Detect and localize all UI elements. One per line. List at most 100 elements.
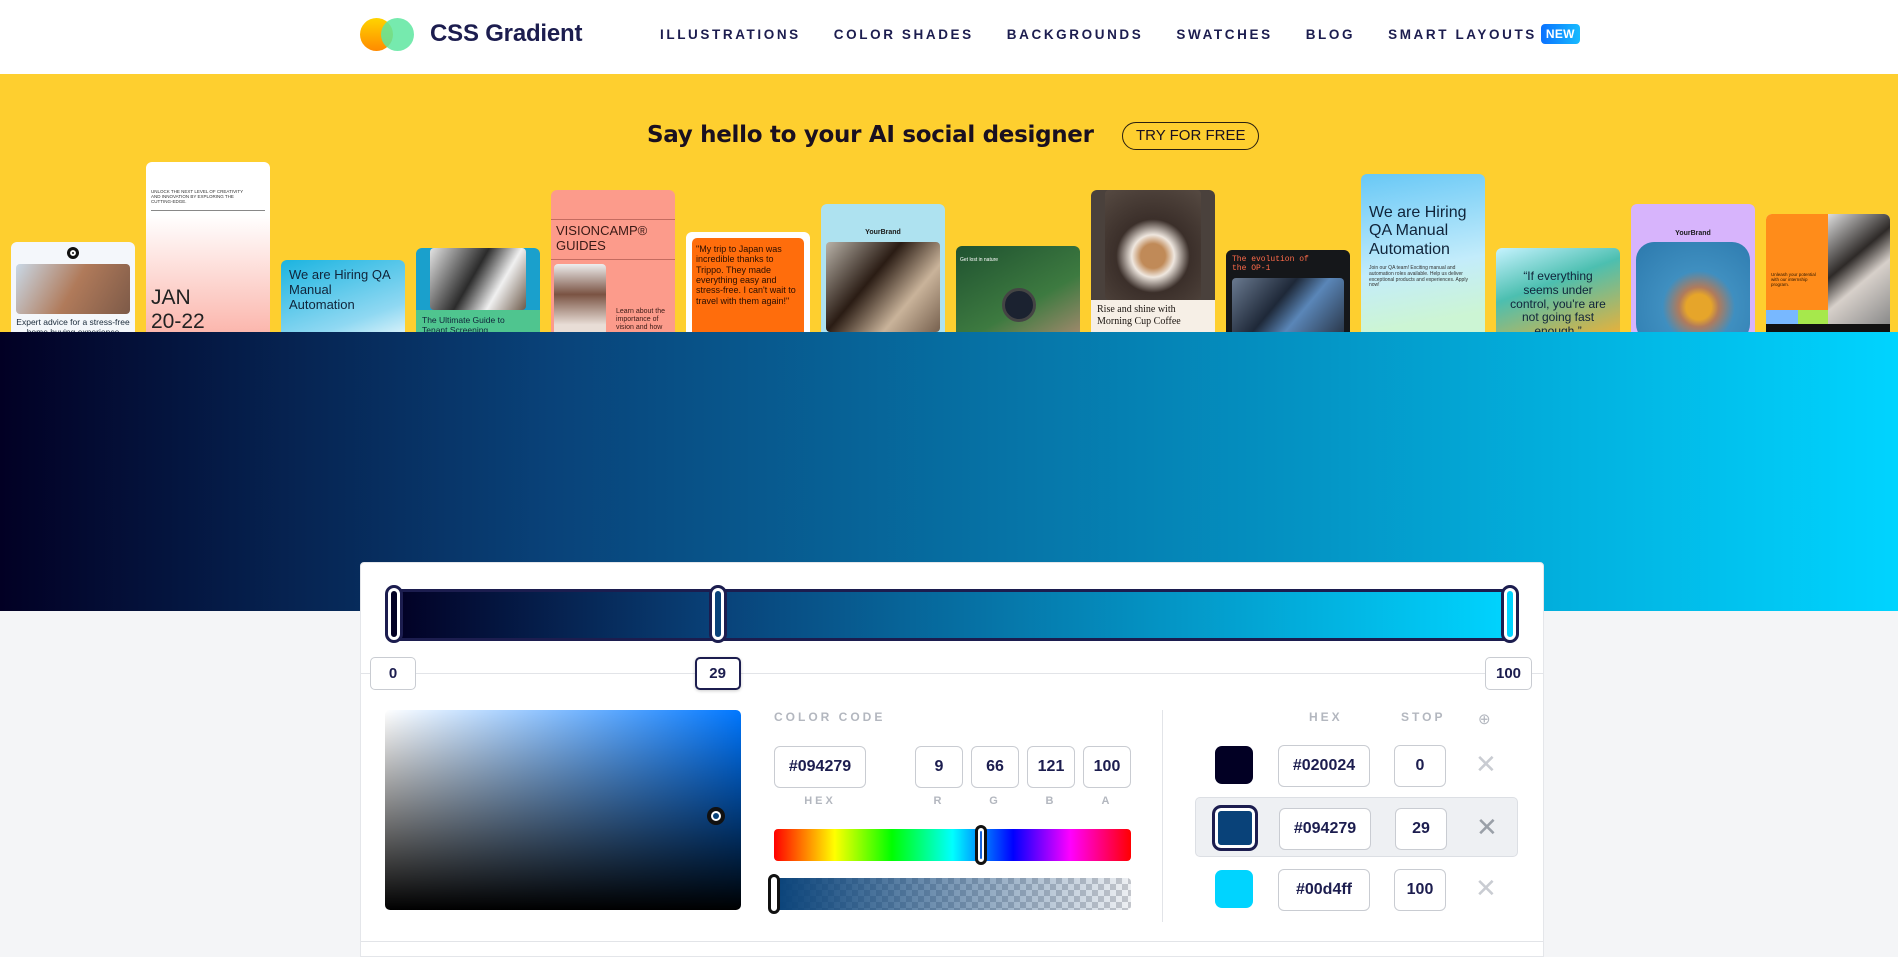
nav-smart-layouts-label: SMART LAYOUTS xyxy=(1388,27,1537,42)
stop-value-input[interactable]: 100 xyxy=(1394,869,1446,911)
card-brand: YourBrand xyxy=(865,229,901,236)
delete-stop-icon[interactable]: ✕ xyxy=(1476,812,1498,842)
hex-input[interactable]: #094279 xyxy=(774,746,866,788)
delete-stop-icon[interactable]: ✕ xyxy=(1475,749,1497,779)
card-photo xyxy=(826,242,940,332)
card-photo xyxy=(16,264,130,314)
nav-blog[interactable]: BLOG xyxy=(1306,27,1355,42)
template-card[interactable]: The evolution of the OP-1 xyxy=(1226,250,1350,332)
template-card[interactable]: The Ultimate Guide to Tenant Screening xyxy=(416,248,540,332)
template-card[interactable]: “If everything seems under control, you'… xyxy=(1496,248,1620,332)
card-text: VISIONCAMP® GUIDES xyxy=(556,223,648,253)
gradient-stop-handle[interactable] xyxy=(1501,585,1519,643)
banner-title: Say hello to your AI social designer xyxy=(647,122,1094,148)
card-text: The Ultimate Guide to Tenant Screening xyxy=(422,315,505,332)
delete-stop-icon[interactable]: ✕ xyxy=(1475,873,1497,903)
stops-stop-header: STOP xyxy=(1401,710,1446,724)
template-card[interactable]: Rise and shine with Morning Cup Coffee xyxy=(1091,190,1215,332)
template-card[interactable]: We are Hiring QA Manual Automation Join … xyxy=(1361,174,1485,332)
template-card[interactable]: Unleash your potential with our internsh… xyxy=(1766,214,1890,332)
hue-slider[interactable] xyxy=(774,825,1131,865)
card-divider xyxy=(551,259,675,260)
nav-backgrounds[interactable]: BACKGROUNDS xyxy=(1007,27,1144,42)
template-card[interactable]: YourBrand xyxy=(1631,204,1755,332)
r-label: R xyxy=(933,795,945,807)
card-blue-block xyxy=(1766,310,1798,324)
b-label: B xyxy=(1045,795,1057,807)
stop-hex-input[interactable]: #094279 xyxy=(1279,808,1371,850)
card-text: "My trip to Japan was incredible thanks … xyxy=(696,244,796,306)
a-input[interactable]: 100 xyxy=(1083,746,1131,788)
stop-value-input[interactable]: 29 xyxy=(1395,808,1447,850)
stop-axis-line xyxy=(361,673,1543,674)
card-subtext: Learn about the importance of vision and… xyxy=(616,308,666,332)
card-text: We are Hiring QA Manual Automation xyxy=(289,267,390,312)
card-divider xyxy=(151,210,265,211)
card-text: The evolution of the OP-1 xyxy=(1232,255,1309,274)
logo-text: CSS Gradient xyxy=(430,20,583,47)
try-for-free-button[interactable]: TRY FOR FREE xyxy=(1122,122,1260,150)
logo[interactable]: CSS Gradient xyxy=(360,16,583,52)
stops-hex-header: HEX xyxy=(1309,710,1343,724)
g-input[interactable]: 66 xyxy=(971,746,1019,788)
stop-row: #020024 0 ✕ xyxy=(1195,735,1518,795)
gradient-editor-panel: 0 29 100 COLOR CODE #094279 9 66 121 100 H… xyxy=(360,562,1544,957)
b-input[interactable]: 121 xyxy=(1027,746,1075,788)
card-green-block xyxy=(1798,310,1828,324)
card-text: We are Hiring QA Manual Automation xyxy=(1369,204,1467,258)
template-card[interactable]: Expert advice for a stress-free home buy… xyxy=(11,242,135,332)
card-text: Rise and shine with Morning Cup Coffee xyxy=(1097,304,1181,327)
main-nav: ILLUSTRATIONS COLOR SHADES BACKGROUNDS S… xyxy=(660,24,1580,44)
stop-value-input[interactable]: 0 xyxy=(1394,745,1446,787)
card-photo xyxy=(1232,278,1344,332)
site-header: CSS Gradient ILLUSTRATIONS COLOR SHADES … xyxy=(0,0,1898,74)
saturation-value-picker[interactable] xyxy=(385,710,741,910)
gradient-track[interactable] xyxy=(391,589,1513,641)
stop-color-swatch[interactable] xyxy=(1215,746,1253,784)
stop-color-swatch[interactable] xyxy=(1212,805,1258,851)
card-text: Expert advice for a stress-free home buy… xyxy=(16,317,130,332)
stop-position-input[interactable]: 0 xyxy=(370,657,416,690)
template-card[interactable]: We are Hiring QA Manual Automation xyxy=(281,260,405,332)
template-card[interactable]: UNLOCK THE NEXT LEVEL OF CREATIVITY AND … xyxy=(146,162,270,332)
card-footer xyxy=(1766,324,1890,332)
card-headline: JAN 20-22 xyxy=(151,286,205,332)
stop-hex-input[interactable]: #020024 xyxy=(1278,745,1370,787)
hue-slider-thumb[interactable] xyxy=(975,825,988,865)
panel-divider xyxy=(1162,710,1163,922)
logo-icon xyxy=(360,16,416,52)
gradient-stop-handle[interactable] xyxy=(385,585,403,643)
brand-icon xyxy=(67,247,79,259)
template-card[interactable]: VISIONCAMP® GUIDES Learn about the impor… xyxy=(551,190,675,332)
nav-smart-layouts[interactable]: SMART LAYOUTS NEW xyxy=(1388,24,1580,44)
nav-illustrations[interactable]: ILLUSTRATIONS xyxy=(660,27,801,42)
card-photo xyxy=(1636,242,1750,332)
panel-bottom-divider xyxy=(361,941,1543,942)
add-stop-icon[interactable]: ⊕ xyxy=(1478,710,1491,728)
alpha-slider[interactable] xyxy=(768,874,1131,914)
stop-color-swatch[interactable] xyxy=(1215,870,1253,908)
template-card[interactable]: "My trip to Japan was incredible thanks … xyxy=(686,232,810,332)
template-card[interactable]: YourBrand xyxy=(821,204,945,332)
card-brand: YourBrand xyxy=(1675,230,1711,237)
card-text: “If everything seems under control, you'… xyxy=(1510,269,1606,332)
nav-swatches[interactable]: SWATCHES xyxy=(1176,27,1272,42)
g-label: G xyxy=(989,795,1001,807)
stop-hex-input[interactable]: #00d4ff xyxy=(1278,869,1370,911)
stop-position-input[interactable]: 29 xyxy=(694,657,741,690)
gradient-stop-handle[interactable] xyxy=(708,585,727,643)
picker-cursor[interactable] xyxy=(707,807,726,825)
card-subtext: Join our QA team! Exciting manual and au… xyxy=(1369,265,1468,289)
r-input[interactable]: 9 xyxy=(915,746,963,788)
stop-position-input[interactable]: 100 xyxy=(1485,657,1533,690)
card-photo xyxy=(1828,214,1890,324)
a-label: A xyxy=(1101,795,1113,807)
card-divider xyxy=(551,219,675,220)
alpha-slider-thumb[interactable] xyxy=(768,874,780,914)
ad-banner[interactable]: Say hello to your AI social designer TRY… xyxy=(0,74,1898,332)
nav-color-shades[interactable]: COLOR SHADES xyxy=(834,27,974,42)
template-card[interactable]: Get lost in nature xyxy=(956,246,1080,332)
hex-label: HEX xyxy=(804,795,836,807)
card-photo xyxy=(554,264,606,332)
card-photo xyxy=(1105,190,1201,300)
